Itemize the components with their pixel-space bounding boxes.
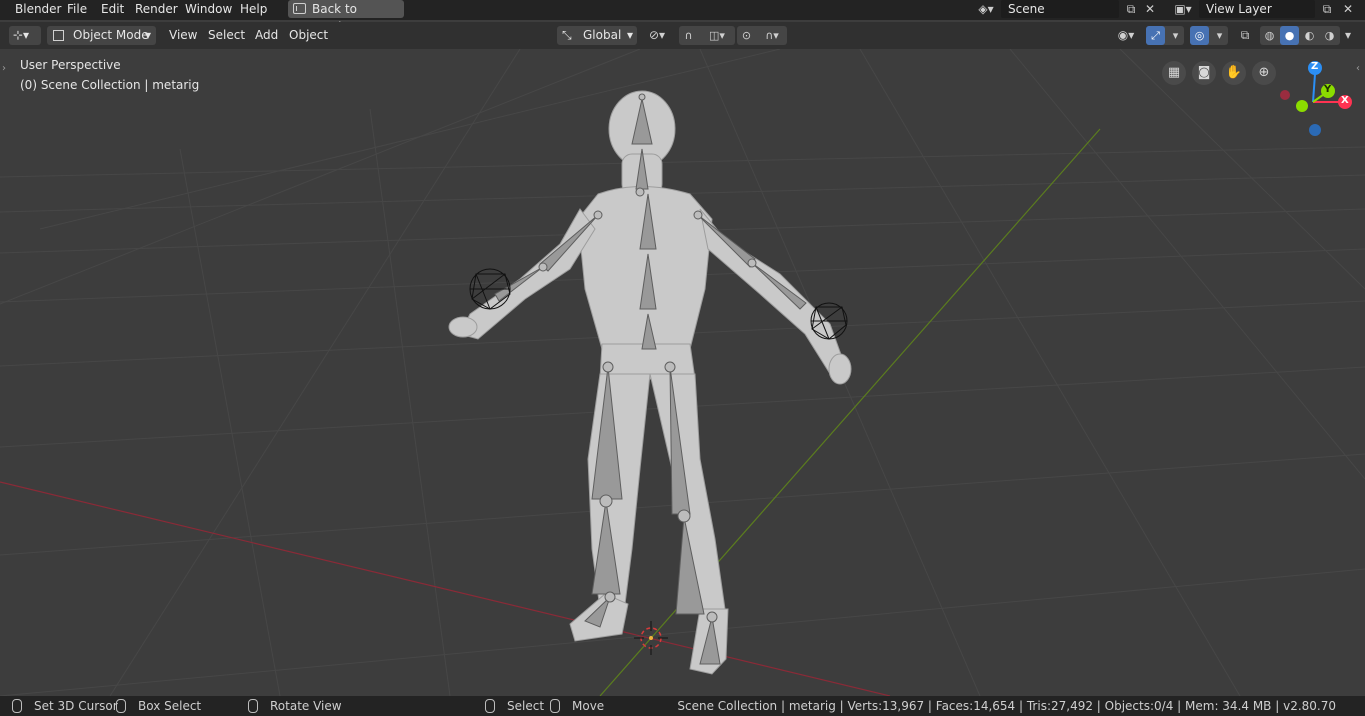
gizmo-toggle-icon[interactable]: ⤢ <box>1146 26 1165 45</box>
menu-file[interactable]: File <box>62 0 92 20</box>
mouse-middle-icon <box>248 699 258 713</box>
chevron-down-icon[interactable]: ▾ <box>1210 26 1229 45</box>
toolbar-expand-arrow-icon[interactable]: › <box>2 63 6 74</box>
top-menubar: Blender File Edit Render Window Help Bac… <box>0 0 1365 34</box>
mouse-left-icon <box>12 699 22 713</box>
menu-edit[interactable]: Edit <box>96 0 129 20</box>
material-preview-icon[interactable]: ◐ <box>1300 26 1319 45</box>
gizmo-z-label: Z <box>1311 61 1319 72</box>
orientation-label: Global <box>583 28 622 42</box>
solid-shading-icon[interactable]: ● <box>1280 26 1299 45</box>
gizmo-x-label: X <box>1341 95 1349 106</box>
menu-blender[interactable]: Blender <box>10 0 67 20</box>
orientation-axes-icon: ⤡ <box>562 28 572 42</box>
chevron-down-icon[interactable]: ▾ <box>1166 26 1185 45</box>
editor-type-icon: ⊹▾ <box>13 28 30 42</box>
mode-dropdown[interactable]: Object Mode ▾ <box>47 26 156 45</box>
status-rotate-view: Rotate View <box>270 699 342 713</box>
viewport-header: ⊹▾ Object Mode ▾ View Select Add Object … <box>0 22 1365 49</box>
mouse-drag-icon <box>116 699 126 713</box>
new-scene-icon[interactable]: ⧉ <box>1123 1 1139 17</box>
overlay-group: ◎ ▾ <box>1190 26 1228 45</box>
chevron-down-icon: ▾ <box>626 28 633 42</box>
transform-orientation-dropdown[interactable]: ⤡ Global ▾ <box>557 26 637 45</box>
view-layer-selector-icon[interactable]: ▣▾ <box>1170 1 1196 17</box>
status-box-select: Box Select <box>138 699 202 713</box>
visibility-eye-icon[interactable]: ◉▾ <box>1113 26 1139 45</box>
proportional-edit-group: ⊙ ∩▾ <box>737 26 787 45</box>
chevron-down-icon: ▾ <box>144 28 151 42</box>
menu-view[interactable]: View <box>162 26 204 45</box>
xray-toggle-icon[interactable]: ⧉ <box>1236 26 1254 45</box>
gizmo-y-label: Y <box>1324 84 1332 95</box>
delete-scene-icon[interactable]: ✕ <box>1142 1 1158 17</box>
menu-object[interactable]: Object <box>282 26 335 45</box>
status-select: Select <box>507 699 545 713</box>
rendered-shading-icon[interactable]: ◑ <box>1320 26 1339 45</box>
sidebar-expand-arrow-icon[interactable]: ‹ <box>1356 63 1360 74</box>
menu-add[interactable]: Add <box>248 26 285 45</box>
mode-label: Object Mode <box>73 28 149 42</box>
view-layer-name-field[interactable]: View Layer <box>1199 0 1315 18</box>
overlays-toggle-icon[interactable]: ◎ <box>1190 26 1209 45</box>
pivot-point-icon[interactable]: ⊘▾ <box>645 26 669 45</box>
screen-icon <box>293 3 306 14</box>
3d-viewport[interactable]: Z Y X User Perspective (0) Scene Collect… <box>0 49 1365 696</box>
shading-mode-group: ◍ ● ◐ ◑ <box>1260 26 1340 45</box>
zoom-icon[interactable]: ⊕ <box>1252 61 1276 85</box>
snap-toggle-icon[interactable]: ∩ <box>679 26 698 45</box>
wireframe-shading-icon[interactable]: ◍ <box>1260 26 1279 45</box>
mouse-left-icon <box>485 699 495 713</box>
x-axis-line <box>0 481 891 696</box>
object-mode-icon <box>53 30 64 41</box>
falloff-curve-icon[interactable]: ∩▾ <box>759 26 785 45</box>
scene-name-field[interactable]: Scene <box>1001 0 1119 18</box>
new-view-layer-icon[interactable]: ⧉ <box>1319 1 1335 17</box>
status-move: Move <box>572 699 605 713</box>
mouse-drag-icon <box>550 699 560 713</box>
camera-view-icon[interactable]: ◙ <box>1192 61 1216 85</box>
scene-selector-icon[interactable]: ◈▾ <box>974 1 998 17</box>
menu-render[interactable]: Render <box>130 0 183 20</box>
pan-hand-icon[interactable]: ✋ <box>1222 61 1246 85</box>
editor-type-button[interactable]: ⊹▾ <box>9 26 41 45</box>
menu-help[interactable]: Help <box>235 0 272 20</box>
snap-element-icon[interactable]: ◫▾ <box>701 26 733 45</box>
snapping-group: ∩ ◫▾ <box>679 26 735 45</box>
gizmo-group: ⤢ ▾ <box>1146 26 1184 45</box>
viewport-scene <box>0 49 1365 696</box>
scene-statistics: Scene Collection | metarig | Verts:13,96… <box>677 699 1336 713</box>
perspective-label: User Perspective <box>20 58 121 72</box>
3d-cursor <box>634 621 668 655</box>
toggle-camera-grid-icon[interactable]: ▦ <box>1162 61 1186 85</box>
status-bar: Set 3D Cursor Box Select Rotate View Sel… <box>0 696 1365 716</box>
shading-options-chevron-icon[interactable]: ▾ <box>1341 26 1355 45</box>
character-mesh <box>448 90 852 675</box>
status-set-3d-cursor: Set 3D Cursor <box>34 699 118 713</box>
back-to-previous-button[interactable]: Back to Previous <box>288 0 404 34</box>
collection-label: (0) Scene Collection | metarig <box>20 78 200 92</box>
delete-view-layer-icon[interactable]: ✕ <box>1340 1 1356 17</box>
proportional-edit-icon[interactable]: ⊙ <box>737 26 756 45</box>
menu-window[interactable]: Window <box>180 0 237 20</box>
menu-select[interactable]: Select <box>201 26 252 45</box>
